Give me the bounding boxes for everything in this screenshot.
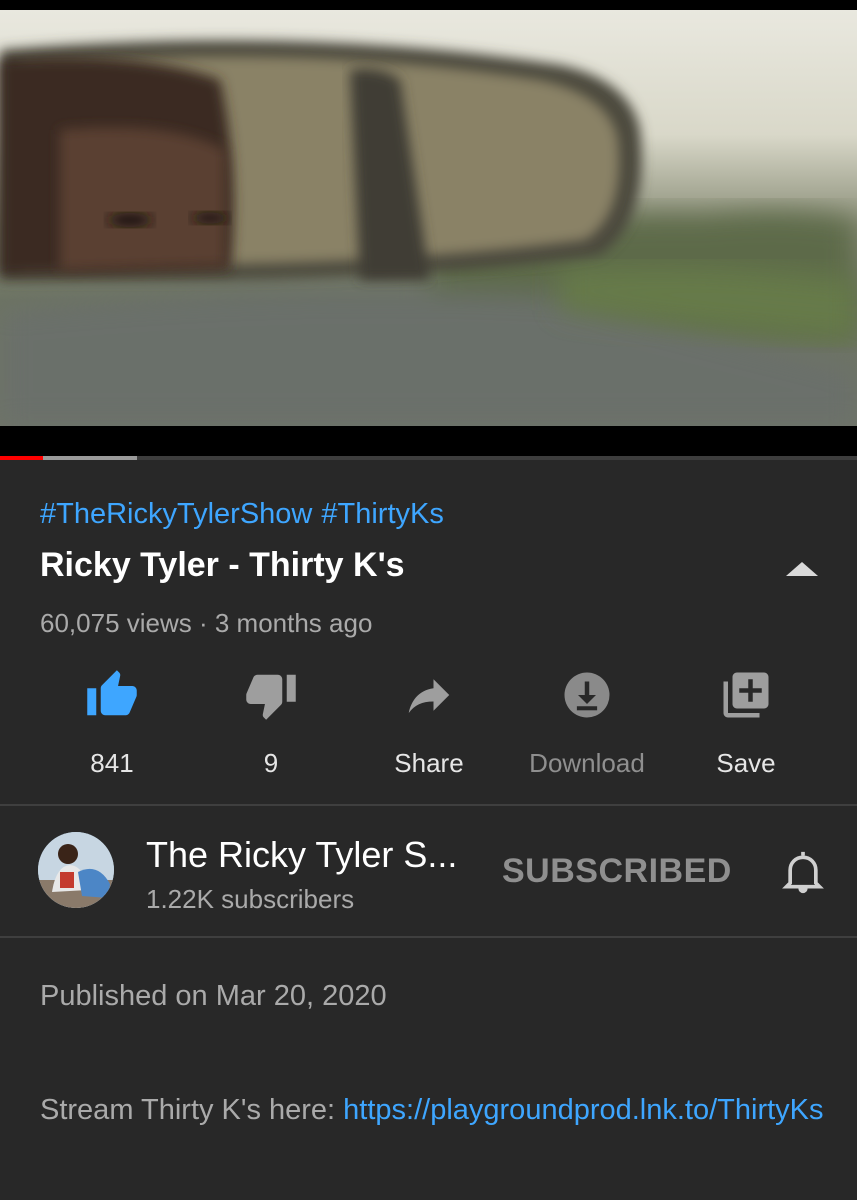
avatar-image <box>38 832 114 908</box>
description-prefix: Stream Thirty K's here: <box>40 1094 344 1126</box>
video-frame[interactable] <box>0 10 857 426</box>
save-label: Save <box>716 748 776 778</box>
share-label: Share <box>394 748 464 778</box>
hashtag-link[interactable]: #ThirtyKs <box>321 498 443 530</box>
collapse-triangle-icon[interactable] <box>786 562 818 576</box>
download-button[interactable]: Download <box>508 668 666 778</box>
video-still-image <box>0 40 857 426</box>
share-arrow-icon <box>408 679 450 713</box>
divider <box>0 936 857 938</box>
video-title[interactable]: Ricky Tyler - Thirty K's <box>40 546 405 585</box>
dislike-count: 9 <box>263 748 279 778</box>
subscribed-button[interactable]: SUBSCRIBED <box>502 852 732 891</box>
dislike-button[interactable]: 9 <box>192 668 350 778</box>
action-row: 841 9 Share Download Save <box>0 668 857 778</box>
like-button[interactable]: 841 <box>33 668 191 778</box>
published-date: Published on Mar 20, 2020 <box>40 980 387 1012</box>
channel-avatar[interactable] <box>38 832 114 908</box>
divider <box>0 804 857 806</box>
like-count: 841 <box>90 748 134 778</box>
hashtags: #TheRickyTylerShow #ThirtyKs <box>40 498 453 531</box>
progress-bar[interactable] <box>0 456 857 460</box>
description-text: Stream Thirty K's here: https://playgrou… <box>40 1084 830 1136</box>
stream-link[interactable]: https://playgroundprod.lnk.to/ThirtyKs <box>343 1094 823 1126</box>
thumb-up-icon <box>87 670 137 716</box>
hashtag-link[interactable]: #TheRickyTylerShow <box>40 498 312 530</box>
view-count-and-date: 60,075 views · 3 months ago <box>40 608 373 638</box>
notification-bell-button[interactable] <box>781 848 825 901</box>
thumb-down-icon <box>246 674 296 720</box>
download-label: Download <box>529 748 645 778</box>
subscriber-count: 1.22K subscribers <box>146 884 355 914</box>
video-player[interactable] <box>0 0 857 460</box>
bell-icon <box>782 851 824 894</box>
share-button[interactable]: Share <box>350 668 508 778</box>
channel-name[interactable]: The Ricky Tyler S... <box>146 834 457 876</box>
progress-played <box>0 456 43 460</box>
save-button[interactable]: Save <box>667 668 825 778</box>
download-icon <box>564 672 610 718</box>
playlist-add-icon <box>723 672 769 718</box>
